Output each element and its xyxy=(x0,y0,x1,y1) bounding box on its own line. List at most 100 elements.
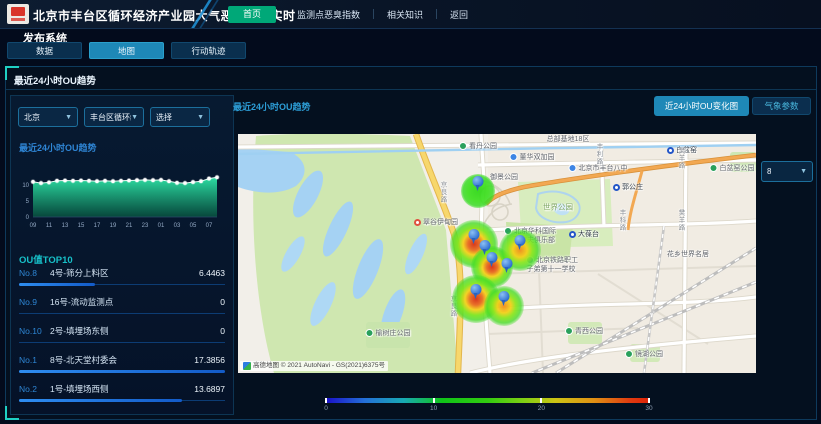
rank-station-name: 4号-筛分上料区 xyxy=(50,267,199,279)
rank-progress-bar xyxy=(19,370,225,373)
map-copyright-text: 高德地图 © 2021 AutoNavi - GS(2021)6375号 xyxy=(253,361,385,371)
nav-tab-2[interactable]: 相关知识 xyxy=(374,8,436,21)
svg-text:05: 05 xyxy=(190,223,197,229)
scale-tick xyxy=(540,398,542,403)
rank-progress-track xyxy=(19,399,225,402)
hour-select-value: 8 xyxy=(767,167,771,176)
rank-number: No.10 xyxy=(19,326,50,336)
nav-tabs: 首页监测点恶臭指数相关知识返回 xyxy=(228,0,481,28)
station-pin-0[interactable] xyxy=(473,176,484,191)
svg-text:03: 03 xyxy=(174,223,181,229)
rank-value: 17.3856 xyxy=(194,355,225,365)
publish-button-1[interactable]: 地图 xyxy=(89,42,164,59)
rank-station-name: 16号-流动监测点 xyxy=(50,296,220,308)
trend-chart: 0510091113151719212301030507 xyxy=(15,153,227,237)
chevron-down-icon: ▼ xyxy=(65,114,72,121)
station-pin-4[interactable] xyxy=(515,235,526,250)
scale-tick xyxy=(433,398,435,403)
rank-progress-bar xyxy=(19,399,182,402)
heatmap-layer xyxy=(238,134,756,373)
svg-text:10: 10 xyxy=(22,183,29,189)
station-pin-5[interactable] xyxy=(502,258,513,273)
nav-tab-1[interactable]: 监测点恶臭指数 xyxy=(284,8,373,21)
panel-title: 最近24小时OU趋势 xyxy=(14,73,96,87)
ou-change-map-button[interactable]: 近24小时OU变化图 xyxy=(654,96,749,116)
svg-text:21: 21 xyxy=(126,223,133,229)
svg-text:23: 23 xyxy=(142,223,149,229)
station-select-value: 选择 xyxy=(156,112,172,123)
ranking-row-2: No.102号-填埋场东侧0 xyxy=(19,325,225,344)
svg-text:19: 19 xyxy=(110,223,117,229)
map-copyright: 高德地图 © 2021 AutoNavi - GS(2021)6375号 xyxy=(240,361,388,371)
amap-logo-icon xyxy=(243,362,251,370)
rank-value: 6.4463 xyxy=(199,268,225,278)
station-pin-7[interactable] xyxy=(499,291,510,306)
scale-tick-label: 20 xyxy=(538,405,545,412)
left-sidebar-panel: 北京▼丰台区循环经济产▼选择▼ 最近24小时OU趋势 0510091113151… xyxy=(10,95,234,415)
rank-value: 0 xyxy=(220,326,225,336)
nav-tab-0[interactable]: 首页 xyxy=(228,6,276,23)
ranking-row-line: No.84号-筛分上料区6.4463 xyxy=(19,267,225,279)
ranking-row-1: No.916号-流动监测点0 xyxy=(19,296,225,315)
color-scale-bar xyxy=(326,398,649,403)
hour-select[interactable]: 8 ▼ xyxy=(761,161,813,182)
map-section-title: 最近24小时OU趋势 xyxy=(233,100,311,113)
rank-progress-track xyxy=(19,283,225,286)
station-pin-6[interactable] xyxy=(471,284,482,299)
rank-number: No.9 xyxy=(19,297,50,307)
weather-params-button[interactable]: 气象参数 xyxy=(752,97,811,115)
park-select-value: 丰台区循环经济产 xyxy=(90,112,131,123)
rank-number: No.1 xyxy=(19,355,50,365)
chevron-down-icon: ▼ xyxy=(197,114,204,121)
rank-progress-track xyxy=(19,370,225,373)
svg-text:09: 09 xyxy=(30,223,37,229)
rank-number: No.8 xyxy=(19,268,50,278)
scale-tick-label: 10 xyxy=(430,405,437,412)
publish-button-2[interactable]: 行动轨迹 xyxy=(171,42,246,59)
scale-tick-label: 30 xyxy=(645,405,652,412)
nav-tab-3[interactable]: 返回 xyxy=(437,8,481,21)
svg-text:17: 17 xyxy=(94,223,101,229)
svg-text:07: 07 xyxy=(206,223,213,229)
ranking-row-0: No.84号-筛分上料区6.4463 xyxy=(19,267,225,286)
rank-value: 13.6897 xyxy=(194,384,225,394)
station-pin-1[interactable] xyxy=(469,229,480,244)
station-pin-3[interactable] xyxy=(487,252,498,267)
chevron-down-icon: ▼ xyxy=(131,114,138,121)
svg-text:15: 15 xyxy=(78,223,85,229)
rank-progress-bar xyxy=(19,283,95,286)
panel-divider xyxy=(6,89,816,90)
ranking-row-line: No.916号-流动监测点0 xyxy=(19,296,225,308)
svg-text:01: 01 xyxy=(158,223,165,229)
ranking-title: OU值TOP10 xyxy=(19,252,73,266)
rank-progress-track xyxy=(19,312,225,315)
scale-tick-label: 0 xyxy=(324,405,328,412)
svg-text:5: 5 xyxy=(26,199,30,205)
station-select[interactable]: 选择 ▼ xyxy=(150,107,210,127)
app-logo-icon xyxy=(7,4,29,24)
rank-station-name: 1号-填埋场西侧 xyxy=(50,383,194,395)
main-panel: 最近24小时OU趋势 北京▼丰台区循环经济产▼选择▼ 最近24小时OU趋势 05… xyxy=(5,66,817,420)
rank-number: No.2 xyxy=(19,384,50,394)
map[interactable]: 总部基地18区看丹公园董华双加园御景公园北京市丰台八中白盆窑白盆窑公园郭公庄世界… xyxy=(238,134,756,373)
publish-button-0[interactable]: 数据 xyxy=(7,42,82,59)
scale-tick xyxy=(325,398,327,403)
rank-value: 0 xyxy=(220,297,225,307)
ranking-list: No.84号-筛分上料区6.4463No.916号-流动监测点0No.102号-… xyxy=(19,267,225,412)
region-select[interactable]: 北京 ▼ xyxy=(18,107,78,127)
ranking-row-3: No.18号-北天堂村委会17.3856 xyxy=(19,354,225,373)
ranking-row-line: No.102号-填埋场东侧0 xyxy=(19,325,225,337)
heatmap-color-scale: 0 10 20 30 xyxy=(326,398,649,415)
region-select-value: 北京 xyxy=(24,112,40,123)
ranking-row-line: No.21号-填埋场西侧13.6897 xyxy=(19,383,225,395)
rank-station-name: 8号-北天堂村委会 xyxy=(50,354,194,366)
svg-text:13: 13 xyxy=(62,223,69,229)
rank-station-name: 2号-填埋场东侧 xyxy=(50,325,220,337)
svg-text:0: 0 xyxy=(26,215,30,221)
ranking-row-line: No.18号-北天堂村委会17.3856 xyxy=(19,354,225,366)
app-screen: 北京市丰台区循环经济产业园大气恶臭状况实时 首页监测点恶臭指数相关知识返回 发布… xyxy=(0,0,821,424)
park-select[interactable]: 丰台区循环经济产▼ xyxy=(84,107,144,127)
scale-tick xyxy=(648,398,650,403)
ranking-row-4: No.21号-填埋场西侧13.6897 xyxy=(19,383,225,402)
filter-row: 北京▼丰台区循环经济产▼选择▼ xyxy=(18,107,210,127)
